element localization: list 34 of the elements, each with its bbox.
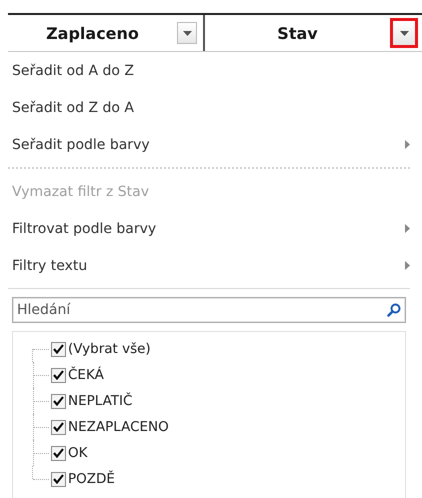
caret-icon <box>182 30 192 36</box>
submenu-arrow-icon <box>405 224 410 233</box>
checkbox[interactable] <box>51 368 66 382</box>
checkmark-icon <box>53 474 64 484</box>
search-field[interactable]: Hledání <box>12 297 406 323</box>
filter-value-label: NEZAPLACENO <box>68 419 169 435</box>
menu-item[interactable]: Seřadit od Z do A <box>8 89 410 126</box>
filter-dropdown-button[interactable] <box>177 22 197 44</box>
column-header: Stav <box>276 24 319 42</box>
caret-icon <box>400 30 408 36</box>
checkbox[interactable] <box>51 420 66 434</box>
filter-value-label: NEPLATIČ <box>68 393 132 409</box>
checkmark-icon <box>53 448 64 458</box>
filter-value-label: POZDĚ <box>68 471 115 487</box>
checkmark-icon <box>53 344 64 354</box>
column-header: Zaplaceno <box>45 24 140 42</box>
filter-value-label: OK <box>68 445 88 461</box>
menu-item[interactable]: Filtry textu <box>8 247 410 284</box>
menu-item[interactable]: Filtrovat podle barvy <box>8 210 410 247</box>
filter-dropdown-button[interactable] <box>390 18 418 48</box>
submenu-arrow-icon <box>405 140 410 149</box>
filter-value-label: (Vybrat vše) <box>68 341 151 357</box>
checkbox[interactable] <box>51 342 66 356</box>
checkmark-icon <box>53 396 64 406</box>
search-icon <box>387 303 401 317</box>
checkbox[interactable] <box>51 446 66 460</box>
menu-item[interactable]: Seřadit podle barvy <box>8 126 410 163</box>
submenu-arrow-icon <box>405 261 410 270</box>
checkmark-icon <box>53 422 64 432</box>
menu-item[interactable]: Seřadit od A do Z <box>8 52 410 89</box>
checkbox[interactable] <box>51 472 66 486</box>
filter-value-label: ČEKÁ <box>68 367 104 383</box>
checkbox[interactable] <box>51 394 66 408</box>
checkmark-icon <box>53 370 64 380</box>
